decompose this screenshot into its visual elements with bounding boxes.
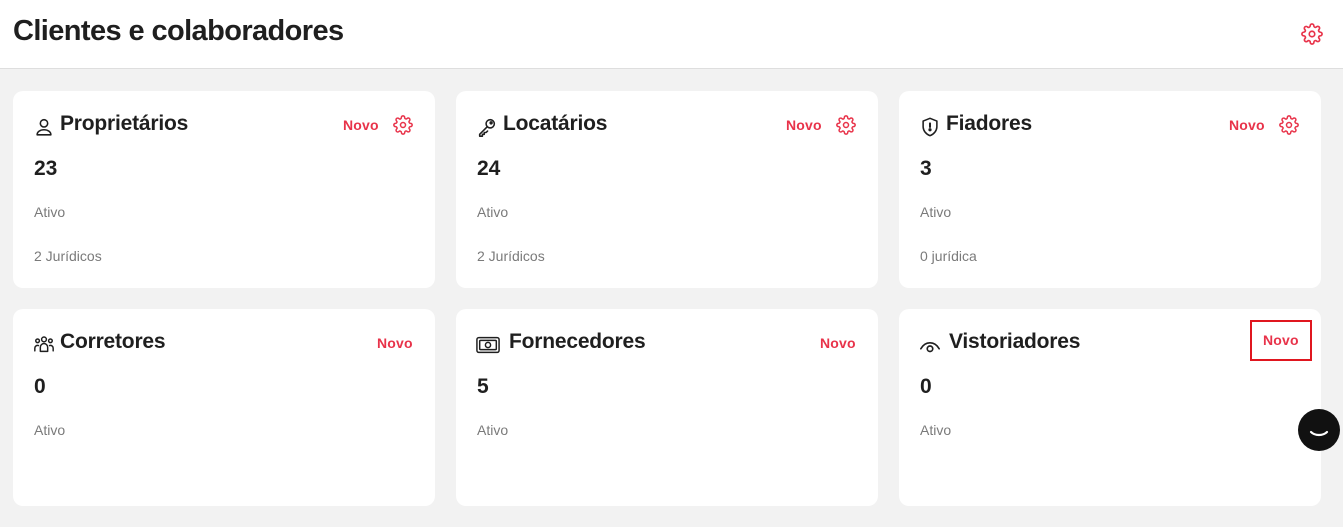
money-icon — [476, 334, 500, 356]
status-label: Ativo — [477, 204, 509, 220]
status-label: Ativo — [477, 422, 509, 438]
new-corretor-button[interactable]: Novo — [377, 335, 413, 351]
new-vistoriador-button[interactable]: Novo — [1250, 320, 1312, 361]
eye-icon — [919, 335, 941, 357]
gear-icon[interactable] — [836, 115, 856, 135]
new-fornecedor-button[interactable]: Novo — [820, 335, 856, 351]
card-fiadores: Fiadores Novo 3 Ativo 0 jurídica — [899, 91, 1321, 288]
legal-entities-count: 2 Jurídicos — [34, 248, 102, 264]
status-label: Ativo — [920, 422, 952, 438]
key-icon — [476, 116, 498, 138]
status-label: Ativo — [920, 204, 952, 220]
page-title: Clientes e colaboradores — [13, 15, 344, 47]
card-vistoriadores: Vistoriadores Novo 0 Ativo — [899, 309, 1321, 506]
count-value: 3 — [920, 157, 932, 180]
legal-entities-count: 0 jurídica — [920, 248, 977, 264]
card-proprietarios: Proprietários Novo 23 Ativo 2 Jurídicos — [13, 91, 435, 288]
status-label: Ativo — [34, 422, 66, 438]
shield-icon — [919, 116, 941, 138]
gear-icon[interactable] — [1279, 115, 1299, 135]
card-title: Corretores — [60, 330, 166, 353]
new-fiador-button[interactable]: Novo — [1229, 117, 1265, 133]
card-title: Vistoriadores — [949, 330, 1081, 353]
card-title: Locatários — [503, 112, 608, 135]
user-icon — [33, 116, 55, 138]
gear-icon[interactable] — [1301, 23, 1323, 45]
new-proprietario-button[interactable]: Novo — [343, 117, 379, 133]
chat-widget-button[interactable] — [1298, 409, 1340, 451]
page-header: Clientes e colaboradores — [0, 0, 1343, 69]
users-group-icon — [33, 333, 55, 355]
new-locatario-button[interactable]: Novo — [786, 117, 822, 133]
status-label: Ativo — [34, 204, 66, 220]
count-value: 0 — [920, 375, 932, 398]
card-title: Fornecedores — [509, 330, 646, 353]
legal-entities-count: 2 Jurídicos — [477, 248, 545, 264]
card-locatarios: Locatários Novo 24 Ativo 2 Jurídicos — [456, 91, 878, 288]
card-corretores: Corretores Novo 0 Ativo — [13, 309, 435, 506]
card-title: Proprietários — [60, 112, 189, 135]
card-title: Fiadores — [946, 112, 1032, 135]
count-value: 24 — [477, 157, 501, 180]
count-value: 0 — [34, 375, 46, 398]
chat-icon — [1309, 430, 1329, 437]
count-value: 5 — [477, 375, 489, 398]
gear-icon[interactable] — [393, 115, 413, 135]
count-value: 23 — [34, 157, 58, 180]
card-fornecedores: Fornecedores Novo 5 Ativo — [456, 309, 878, 506]
